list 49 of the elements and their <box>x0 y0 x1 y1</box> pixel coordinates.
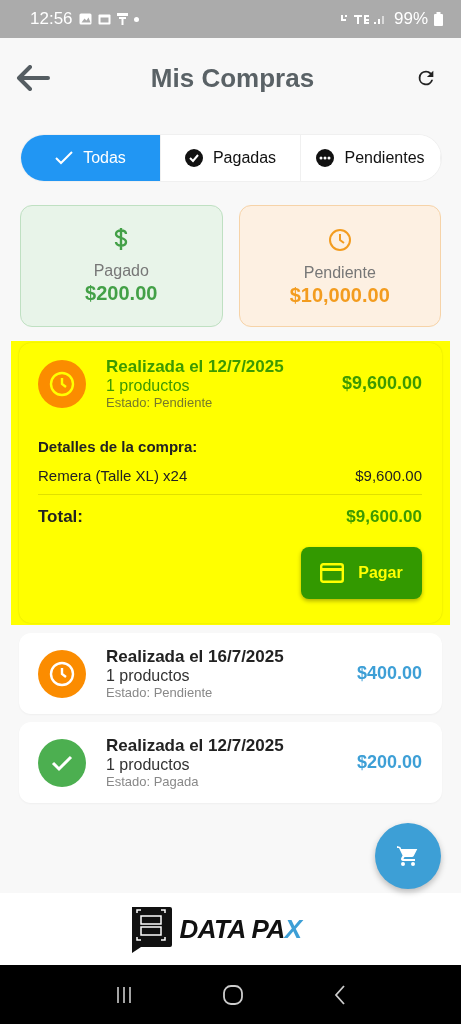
summary-label: Pagado <box>93 262 149 280</box>
order-card[interactable]: Realizada el 12/7/2025 1 productos Estado: Pagada $200.00 <box>19 722 442 803</box>
window-icon <box>97 13 111 25</box>
summary-amount: $10,000.00 <box>289 284 390 307</box>
image-icon <box>78 12 92 26</box>
summary-amount: $200.00 <box>85 282 158 305</box>
back-arrow-icon[interactable] <box>16 65 50 91</box>
order-amount: $200.00 <box>356 752 422 773</box>
item-price: $9,600.00 <box>355 467 422 484</box>
check-icon <box>38 738 86 787</box>
check-icon <box>55 151 74 165</box>
page-title: Mis Compras <box>149 62 316 94</box>
order-status: Estado: Pendiente <box>106 395 214 410</box>
battery-icon <box>434 12 443 26</box>
order-date: Realizada el 12/7/2025 <box>106 736 285 756</box>
battery-level: 99% <box>393 9 428 29</box>
clock-icon <box>38 649 86 698</box>
order-status: Estado: Pendiente <box>106 685 214 700</box>
pin-icon <box>116 13 128 25</box>
clock-icon <box>327 228 352 252</box>
product-count: 1 productos <box>106 377 191 395</box>
product-count: 1 productos <box>106 667 191 685</box>
brand-name: DATA PAX <box>179 913 302 945</box>
dollar-icon <box>114 228 129 250</box>
order-date: Realizada el 16/7/2025 <box>106 647 285 667</box>
product-count: 1 productos <box>106 756 191 774</box>
order-card[interactable]: Realizada el 16/7/2025 1 productos Estado: Pendiente $400.00 <box>19 633 442 714</box>
cart-button[interactable] <box>375 823 441 889</box>
total-label: Total: <box>38 507 83 527</box>
highlighted-order-card[interactable]: Realizada el 12/7/2025 1 productos Estado: Pendiente $9,600.00 Detalles de la compra: Remera (Talle XL) x24 $9,600.00 Total: $9,600.00 Pagar <box>11 341 450 625</box>
order-amount: $9,600.00 <box>341 373 422 394</box>
clock-icon <box>38 359 86 408</box>
order-status: Estado: Pagada <box>106 774 200 789</box>
card-icon <box>320 563 345 583</box>
home-icon[interactable] <box>223 984 244 1005</box>
item-name: Remera (Talle XL) x24 <box>38 467 188 484</box>
logo-icon <box>129 905 174 953</box>
summary-label: Pendiente <box>303 264 376 282</box>
details-heading: Detalles de la compra: <box>38 438 199 455</box>
more-circle-icon <box>316 149 335 167</box>
recent-apps-icon[interactable] <box>115 985 134 1004</box>
cart-icon <box>396 844 420 868</box>
back-icon[interactable] <box>333 984 346 1005</box>
check-circle-icon <box>184 149 203 167</box>
dot-icon <box>133 16 139 22</box>
order-date: Realizada el 12/7/2025 <box>106 357 285 377</box>
order-amount: $400.00 <box>356 663 422 684</box>
total-amount: $9,600.00 <box>346 507 422 527</box>
status-time: 12:56 <box>30 9 73 29</box>
